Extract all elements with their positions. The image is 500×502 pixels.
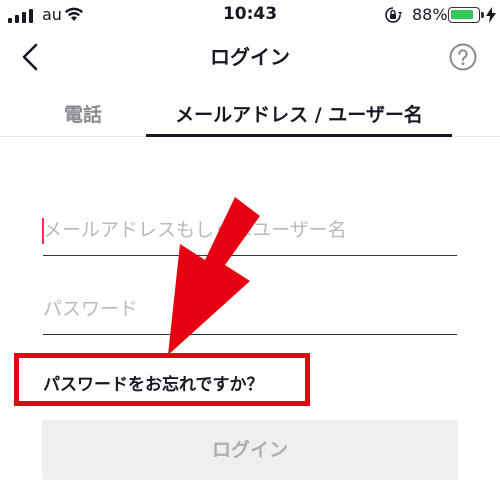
tab-phone[interactable]: 電話 [64, 100, 102, 127]
tab-email-username[interactable]: メールアドレス / ユーザー名 [146, 88, 452, 137]
page-title: ログイン [210, 45, 290, 69]
email-username-input[interactable] [43, 207, 457, 253]
active-tab-indicator [146, 134, 452, 137]
orientation-lock-icon [385, 7, 402, 23]
battery-icon [448, 7, 480, 23]
charging-bolt-icon [486, 7, 496, 23]
tab-email-username-label: メールアドレス / ユーザー名 [175, 104, 423, 126]
text-cursor [42, 218, 44, 244]
battery-level-fill [451, 10, 473, 19]
password-input[interactable] [43, 286, 457, 332]
password-field [43, 286, 457, 335]
email-field [43, 207, 457, 256]
status-bar: au 10:43 88% [0, 0, 500, 30]
battery-tip [481, 12, 484, 18]
battery-percent: 88% [412, 5, 448, 24]
help-button[interactable] [449, 43, 477, 71]
login-method-tabs: 電話 メールアドレス / ユーザー名 [0, 88, 500, 137]
forgot-password-link[interactable]: パスワードをお忘れですか？ [43, 370, 264, 395]
login-button[interactable]: ログイン [42, 420, 458, 480]
